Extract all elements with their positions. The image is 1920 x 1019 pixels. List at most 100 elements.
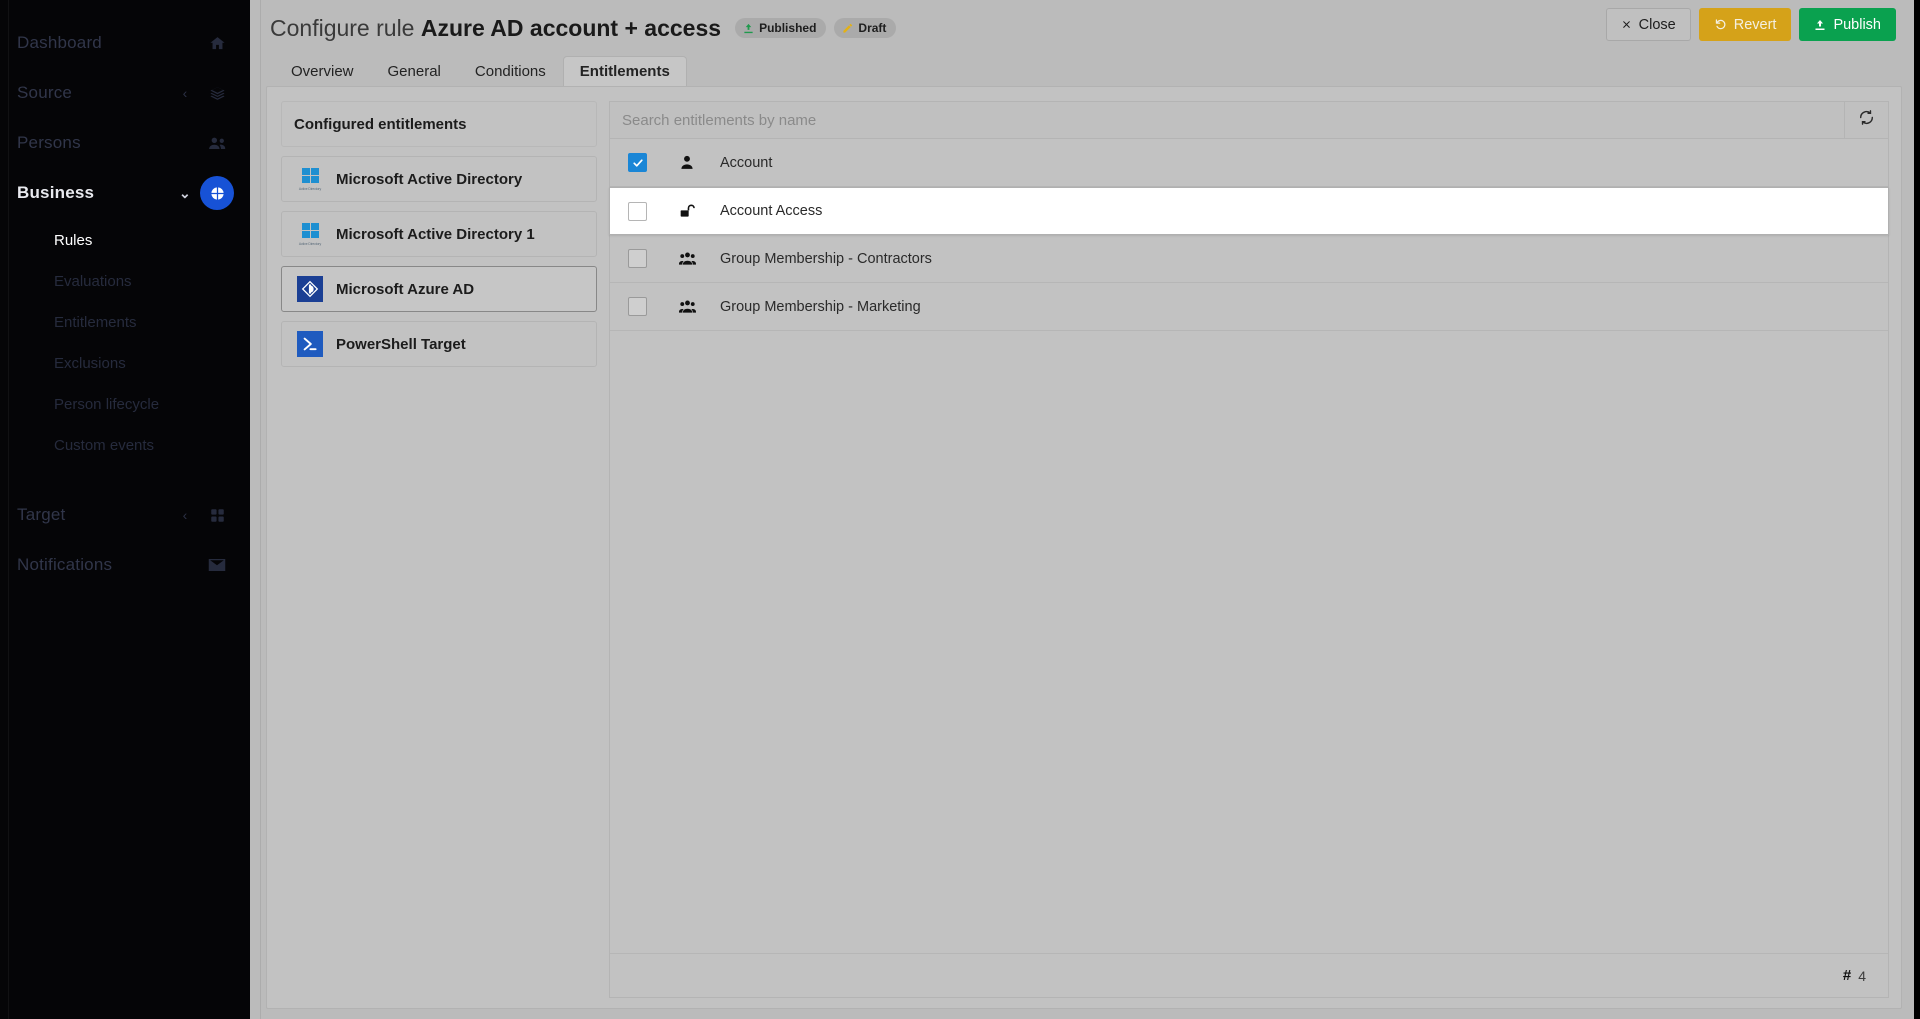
- status-badge-label: Published: [759, 21, 817, 35]
- main-panel: Configure rule Azure AD account + access…: [250, 0, 1920, 1019]
- entitlements-list: Account Account Access Group Membership …: [609, 139, 1889, 998]
- tab-bar: Overview General Conditions Entitlements: [250, 56, 1914, 86]
- layers-icon: [200, 76, 234, 110]
- row-checkbox[interactable]: [628, 201, 647, 221]
- status-badge-published: Published: [735, 18, 827, 38]
- home-icon: [200, 26, 234, 60]
- table-row[interactable]: Account Access: [609, 187, 1889, 235]
- row-checkbox[interactable]: [628, 249, 647, 268]
- pie-chart-icon: [200, 176, 234, 210]
- tab-label: Entitlements: [579, 63, 670, 80]
- group-icon: [664, 299, 710, 314]
- unlock-icon: [664, 203, 710, 219]
- page-header: Configure rule Azure AD account + access…: [250, 0, 1914, 56]
- x-icon: [1621, 19, 1632, 30]
- tab-entitlements[interactable]: Entitlements: [562, 56, 687, 86]
- configured-entitlements-title: Configured entitlements: [294, 115, 467, 133]
- chevron-left-icon[interactable]: ‹: [174, 85, 196, 101]
- sidebar-item-label: Dashboard: [17, 33, 102, 52]
- sidebar-item-evaluations[interactable]: Evaluations: [0, 261, 250, 302]
- publish-button[interactable]: Publish: [1799, 8, 1896, 41]
- tab-label: Conditions: [474, 63, 546, 80]
- row-label: Account Access: [720, 203, 823, 219]
- page-title: Configure rule Azure AD account + access: [270, 15, 721, 42]
- azure-ad-icon: [296, 275, 324, 303]
- refresh-icon: [1858, 109, 1875, 131]
- status-badges: Published Draft: [735, 18, 897, 38]
- publish-button-label: Publish: [1833, 16, 1881, 33]
- table-row[interactable]: Group Membership - Contractors: [610, 235, 1888, 283]
- row-count: 4: [1858, 967, 1866, 984]
- system-tile-microsoft-active-directory-1[interactable]: Active Directory Microsoft Active Direct…: [281, 211, 597, 257]
- system-tile-label: Microsoft Azure AD: [336, 280, 475, 298]
- page-title-prefix: Configure rule: [270, 14, 415, 41]
- sidebar-item-rules[interactable]: Rules: [0, 220, 250, 261]
- app-root: Dashboard Source ‹ Persons Business ⌄ Ru…: [0, 0, 1920, 1019]
- undo-icon: [1714, 18, 1727, 31]
- sidebar-item-exclusions[interactable]: Exclusions: [0, 343, 250, 384]
- list-empty-space: [610, 331, 1888, 953]
- revert-button-label: Revert: [1733, 16, 1777, 33]
- close-button[interactable]: Close: [1605, 8, 1691, 41]
- windows-ad-icon: Active Directory: [296, 165, 324, 193]
- sidebar-subnav-business: Rules Evaluations Entitlements Exclusion…: [0, 218, 250, 474]
- sidebar-nav-top: Dashboard Source ‹ Persons Business ⌄ Ru…: [0, 18, 250, 590]
- sidebar-item-label: Notifications: [17, 555, 113, 574]
- configured-entitlements-header: Configured entitlements: [281, 101, 597, 147]
- row-label: Group Membership - Contractors: [720, 250, 932, 267]
- system-tile-microsoft-active-directory[interactable]: Active Directory Microsoft Active Direct…: [281, 156, 597, 202]
- powershell-icon: [296, 330, 324, 358]
- grid-icon: [200, 498, 234, 532]
- sidebar-item-label: Source: [17, 83, 73, 102]
- sidebar-item-source[interactable]: Source ‹: [0, 68, 250, 118]
- chevron-left-icon[interactable]: ‹: [174, 507, 196, 523]
- sidebar-item-notifications[interactable]: Notifications: [0, 540, 250, 590]
- user-icon: [664, 155, 710, 170]
- sidebar-subitem-label: Evaluations: [54, 273, 132, 290]
- row-checkbox[interactable]: [628, 297, 647, 316]
- revert-button[interactable]: Revert: [1698, 8, 1792, 41]
- sidebar-item-custom-events[interactable]: Custom events: [0, 425, 250, 466]
- chevron-down-icon[interactable]: ⌄: [174, 185, 196, 202]
- group-icon: [664, 251, 710, 266]
- configured-entitlements-panel: Configured entitlements Active Directory…: [281, 101, 601, 998]
- sidebar-item-business[interactable]: Business ⌄: [0, 168, 250, 218]
- sidebar-item-person-lifecycle[interactable]: Person lifecycle: [0, 384, 250, 425]
- tab-overview[interactable]: Overview: [274, 56, 371, 86]
- tab-label: Overview: [291, 63, 354, 80]
- system-tile-label: Microsoft Active Directory 1: [336, 225, 535, 243]
- pencil-icon: [842, 23, 853, 34]
- tab-general[interactable]: General: [371, 56, 458, 86]
- envelope-icon: [200, 548, 234, 582]
- system-tile-microsoft-azure-ad[interactable]: Microsoft Azure AD: [281, 266, 597, 312]
- sidebar-subitem-label: Exclusions: [54, 355, 126, 372]
- row-label: Account: [720, 154, 773, 171]
- tab-conditions[interactable]: Conditions: [458, 56, 563, 86]
- sidebar-subitem-label: Person lifecycle: [54, 396, 160, 413]
- entitlements-tab-content: Configured entitlements Active Directory…: [266, 86, 1902, 1009]
- left-sidebar: Dashboard Source ‹ Persons Business ⌄ Ru…: [0, 0, 250, 1019]
- windows-ad-icon: Active Directory: [296, 220, 324, 248]
- upload-icon: [743, 23, 754, 34]
- people-icon: [200, 126, 234, 160]
- table-row[interactable]: Group Membership - Marketing: [610, 283, 1888, 331]
- sidebar-item-label: Persons: [17, 133, 81, 152]
- refresh-button[interactable]: [1844, 102, 1888, 138]
- windows-ad-icon-caption: Active Directory: [298, 187, 322, 191]
- sidebar-item-target[interactable]: Target ‹: [0, 490, 250, 540]
- windows-ad-icon-caption: Active Directory: [298, 242, 322, 246]
- system-tile-powershell-target[interactable]: PowerShell Target: [281, 321, 597, 367]
- page-title-rule-name: Azure AD account + access: [420, 14, 722, 41]
- count-hash-icon: #: [1842, 967, 1852, 984]
- sidebar-item-persons[interactable]: Persons: [0, 118, 250, 168]
- row-checkbox[interactable]: [628, 153, 647, 172]
- list-footer: # 4: [610, 953, 1888, 997]
- sidebar-item-entitlements[interactable]: Entitlements: [0, 302, 250, 343]
- sidebar-item-dashboard[interactable]: Dashboard: [0, 18, 250, 68]
- sidebar-subitem-label: Entitlements: [54, 314, 137, 331]
- sidebar-subitem-label: Custom events: [54, 437, 155, 454]
- status-badge-draft: Draft: [834, 18, 897, 38]
- search-input[interactable]: [610, 102, 1844, 138]
- table-row[interactable]: Account: [610, 139, 1888, 187]
